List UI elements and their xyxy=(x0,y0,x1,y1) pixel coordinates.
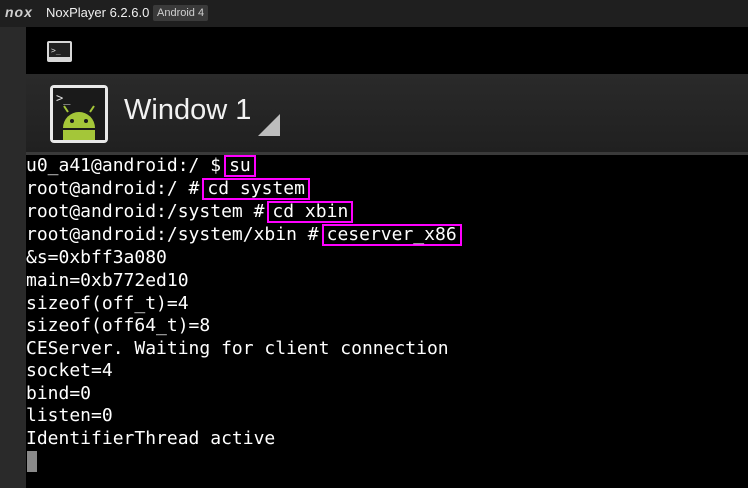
highlighted-command: cd system xyxy=(202,178,310,200)
highlighted-command: ceserver_x86 xyxy=(321,224,462,246)
terminal-line: CEServer. Waiting for client connection xyxy=(26,338,449,359)
terminal-output[interactable]: u0_a41@android:/ $ su root@android:/ # cd … xyxy=(26,155,748,488)
terminal-line: root@android:/system/xbin # ceserver_x86 xyxy=(26,224,462,246)
svg-text:>_: >_ xyxy=(51,46,61,55)
terminal-notification-icon[interactable]: >_ xyxy=(46,40,73,63)
highlighted-command: su xyxy=(224,155,256,177)
terminal-line: main=0xb772ed10 xyxy=(26,270,189,291)
dropdown-triangle-icon[interactable] xyxy=(258,114,280,136)
prompt: root@android:/system # xyxy=(26,201,265,222)
prompt: u0_a41@android:/ $ xyxy=(26,155,222,176)
terminal-line: sizeof(off_t)=4 xyxy=(26,293,189,314)
terminal-cursor xyxy=(27,451,37,472)
left-sidebar-strip xyxy=(0,27,26,488)
terminal-line: sizeof(off64_t)=8 xyxy=(26,315,211,336)
terminal-line: root@android:/ # cd system xyxy=(26,178,310,200)
prompt: root@android:/ # xyxy=(26,178,200,199)
android-terminal-icon[interactable]: >_ xyxy=(49,84,109,144)
app-title: NoxPlayer 6.2.6.0 xyxy=(46,5,150,20)
window-titlebar: nox NoxPlayer 6.2.6.0 Android 4 xyxy=(0,0,748,27)
highlighted-command: cd xbin xyxy=(267,201,354,223)
terminal-line: IdentifierThread active xyxy=(26,428,276,449)
terminal-line: listen=0 xyxy=(26,405,113,426)
svg-text:>_: >_ xyxy=(56,91,71,105)
terminal-line: u0_a41@android:/ $ su xyxy=(26,155,256,177)
prompt: root@android:/system/xbin # xyxy=(26,224,319,245)
terminal-line: root@android:/system # cd xbin xyxy=(26,201,354,223)
android-version-badge: Android 4 xyxy=(153,5,209,21)
android-status-bar: >_ xyxy=(26,27,748,74)
window-title[interactable]: Window 1 xyxy=(124,94,251,127)
nox-logo: nox xyxy=(5,4,33,20)
terminal-line: socket=4 xyxy=(26,360,113,381)
terminal-line: bind=0 xyxy=(26,383,92,404)
action-bar: >_ Window 1 xyxy=(26,74,748,155)
terminal-line: &s=0xbff3a080 xyxy=(26,247,167,268)
